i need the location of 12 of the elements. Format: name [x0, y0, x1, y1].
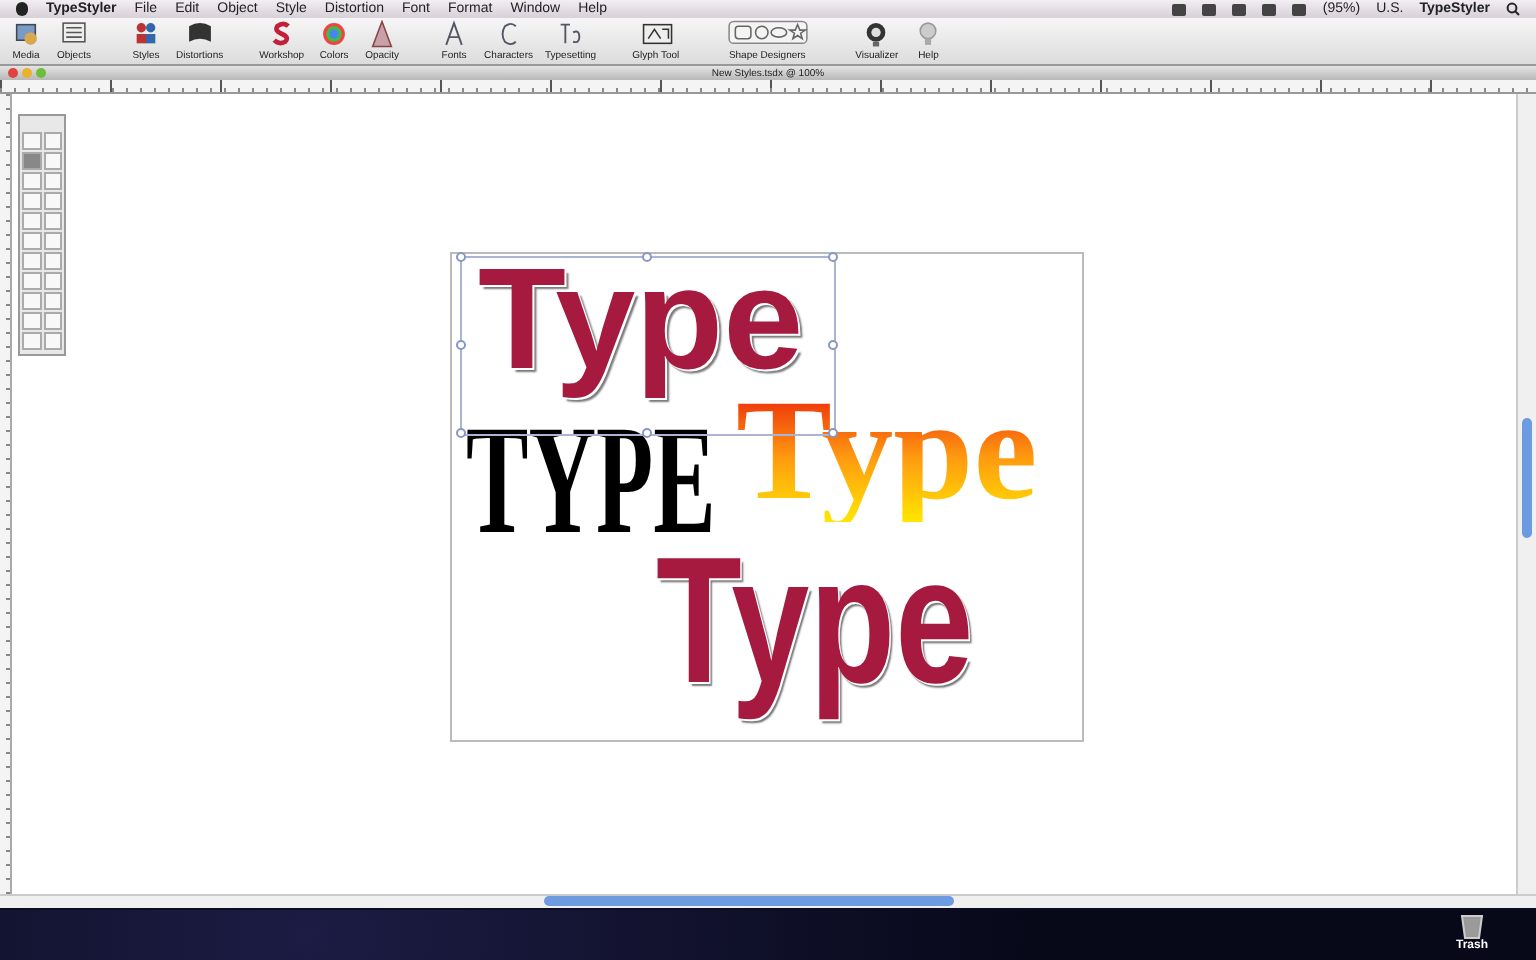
- list-icon: [56, 20, 92, 48]
- scroll-thumb[interactable]: [544, 896, 954, 906]
- search-icon[interactable]: [1506, 2, 1520, 16]
- glyph-tool-icon: [637, 20, 674, 48]
- scroll-thumb[interactable]: [1522, 418, 1532, 538]
- horizontal-scrollbar[interactable]: [0, 894, 1536, 908]
- minimize-button[interactable]: [22, 68, 32, 78]
- close-button[interactable]: [8, 68, 18, 78]
- trash-icon[interactable]: [1459, 912, 1484, 940]
- zoom-button[interactable]: [36, 68, 46, 78]
- styled-text[interactable]: TYPE: [466, 402, 716, 558]
- vertical-scrollbar[interactable]: [1516, 94, 1536, 894]
